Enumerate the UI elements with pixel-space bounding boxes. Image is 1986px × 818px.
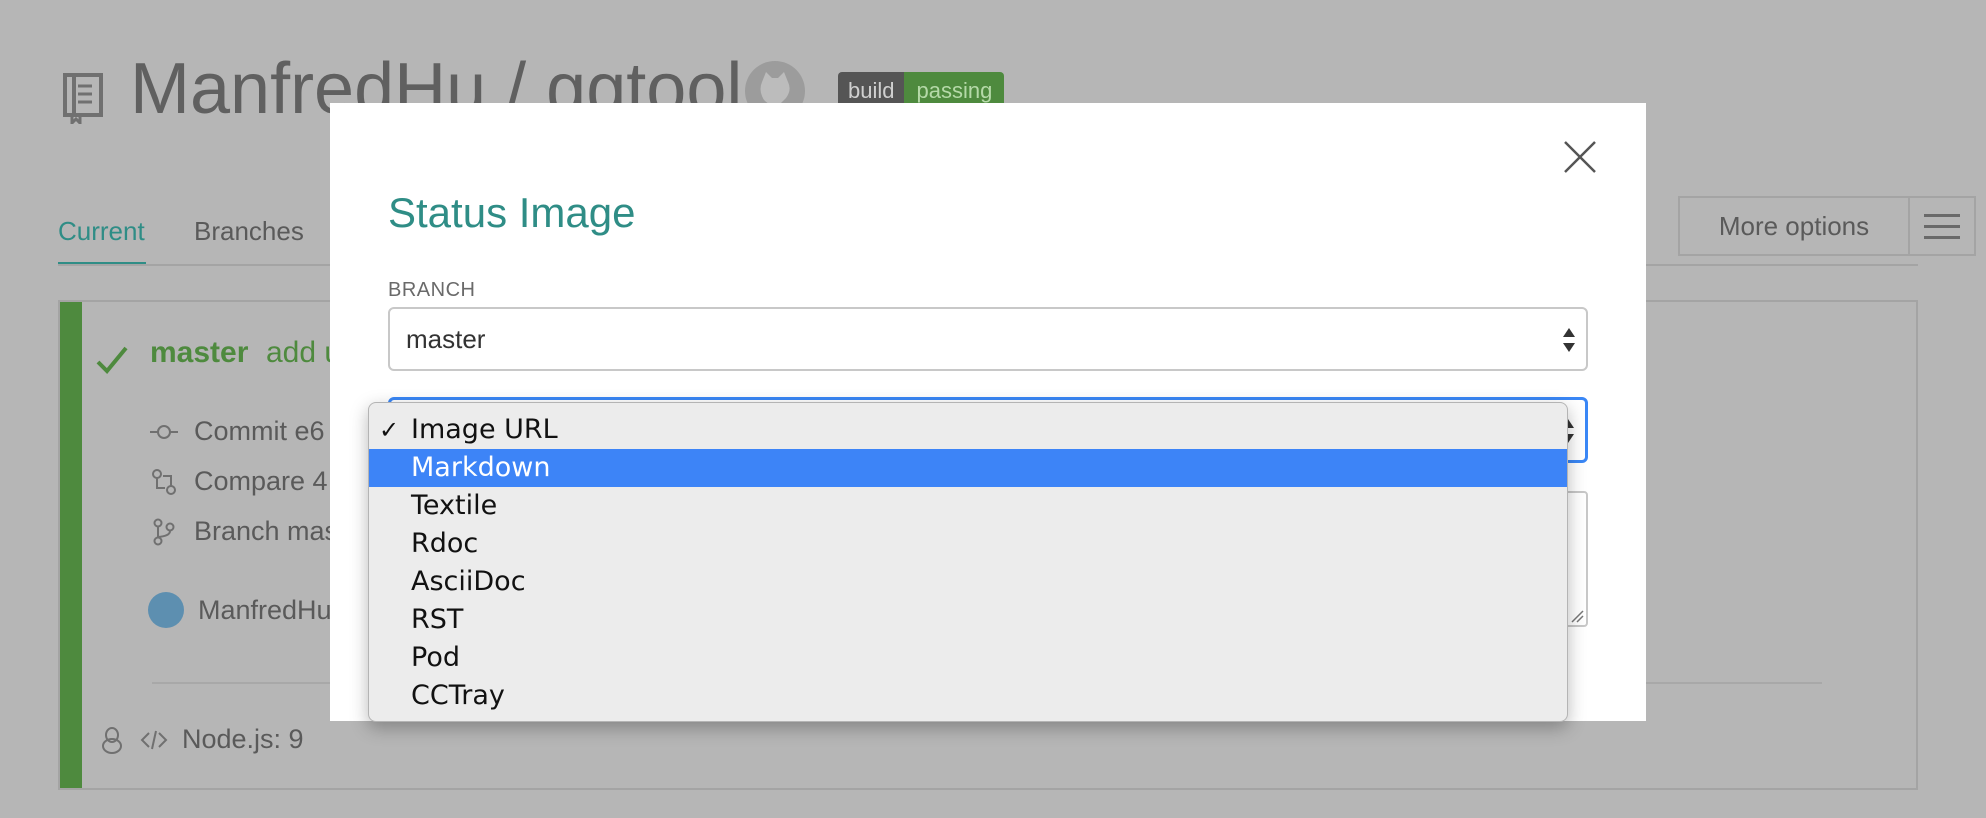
modal-title: Status Image bbox=[388, 189, 636, 236]
branch-select-value: master bbox=[406, 323, 486, 354]
tab-current[interactable]: Current bbox=[58, 216, 145, 247]
commit-icon bbox=[150, 424, 178, 439]
author-name: ManfredHu bbox=[198, 594, 332, 625]
branch-select[interactable]: master bbox=[388, 307, 1588, 371]
checkmark-icon: ✓ bbox=[379, 416, 400, 444]
build-environment: Node.js: 9 bbox=[98, 724, 304, 755]
dropdown-option-rst[interactable]: RST bbox=[369, 601, 1567, 639]
build-author[interactable]: ManfredHu bbox=[148, 592, 332, 628]
dropdown-option-cctray[interactable]: CCTray bbox=[369, 677, 1567, 715]
compare-text: Compare 4 bbox=[194, 466, 328, 496]
branch-link[interactable]: Branch mas bbox=[150, 516, 338, 547]
branch-text: Branch mas bbox=[194, 516, 339, 546]
avatar bbox=[148, 592, 184, 628]
dropdown-option-asciidoc[interactable]: AsciiDoc bbox=[369, 563, 1567, 601]
repo-icon bbox=[63, 73, 103, 124]
build-status-stripe bbox=[60, 302, 82, 788]
resize-handle-icon[interactable] bbox=[1570, 609, 1584, 623]
dropdown-option-markdown[interactable]: Markdown bbox=[369, 449, 1567, 487]
commit-link[interactable]: Commit e6 bbox=[150, 416, 325, 447]
node-version: Node.js: 9 bbox=[182, 724, 304, 754]
branch-icon bbox=[153, 518, 175, 545]
select-arrows-icon bbox=[1563, 328, 1575, 352]
menu-icon[interactable] bbox=[1908, 196, 1976, 256]
tab-branches[interactable]: Branches bbox=[194, 216, 304, 247]
close-icon[interactable] bbox=[1562, 139, 1598, 175]
commit-text: Commit e6 bbox=[194, 416, 325, 446]
code-icon bbox=[140, 730, 168, 749]
check-icon bbox=[96, 346, 128, 374]
compare-icon bbox=[152, 468, 176, 495]
dropdown-option-pod[interactable]: Pod bbox=[369, 639, 1567, 677]
compare-link[interactable]: Compare 4 bbox=[150, 466, 328, 497]
dropdown-option-textile[interactable]: Textile bbox=[369, 487, 1567, 525]
more-options-button[interactable]: More options bbox=[1678, 196, 1908, 256]
build-branch-name[interactable]: master bbox=[150, 336, 248, 370]
dropdown-option-image-url[interactable]: ✓ Image URL bbox=[369, 411, 1567, 449]
format-dropdown-list: ✓ Image URL Markdown Textile Rdoc AsciiD… bbox=[368, 402, 1568, 722]
dropdown-option-rdoc[interactable]: Rdoc bbox=[369, 525, 1567, 563]
linux-icon bbox=[102, 726, 122, 754]
branch-label: BRANCH bbox=[388, 279, 476, 301]
